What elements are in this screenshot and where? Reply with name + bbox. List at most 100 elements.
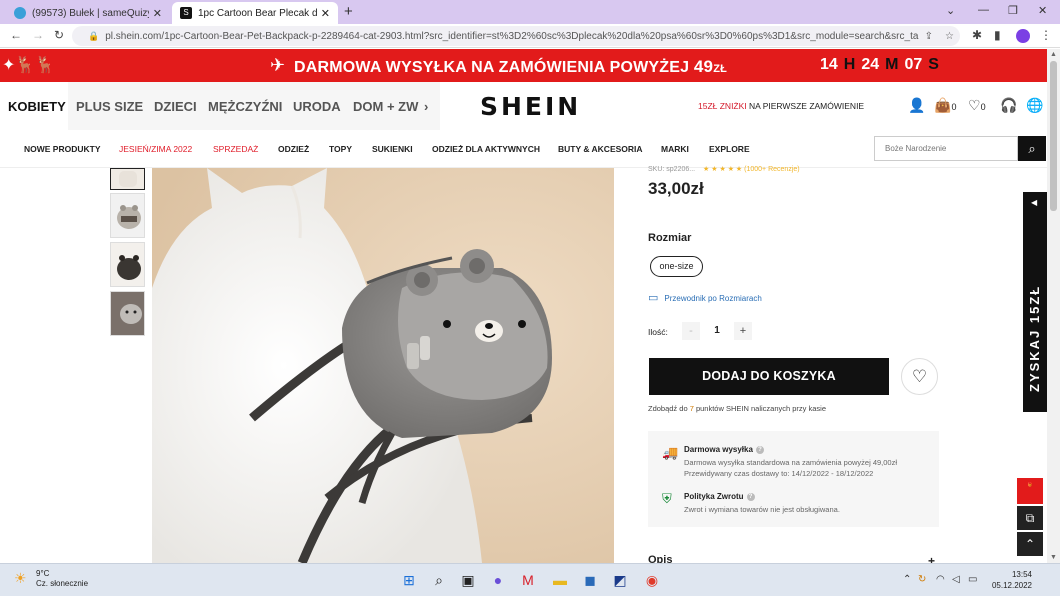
file-explorer-icon[interactable]: ▬: [550, 570, 570, 590]
promo-message: DARMOWA WYSYŁKA NA ZAMÓWIENIA POWYŻEJ 49…: [294, 57, 727, 77]
product-main-image[interactable]: [152, 168, 614, 563]
add-to-cart-button[interactable]: DODAJ DO KOSZYKA: [649, 358, 889, 395]
bag-icon[interactable]: 👜0: [934, 97, 956, 114]
subnav-dresses[interactable]: SUKIENKI: [372, 144, 413, 154]
search-icon[interactable]: ⌕: [429, 570, 449, 590]
side-coupon-tab[interactable]: ◀ ZYSKAJ 15ZŁ: [1023, 192, 1048, 412]
bookmark-star-icon[interactable]: ☆: [945, 31, 954, 42]
support-headset-icon[interactable]: 🎧: [1000, 97, 1017, 114]
weather-desc: Cz. słonecznie: [36, 579, 89, 588]
product-thumbnail[interactable]: [110, 168, 145, 190]
quantity-decrease-button[interactable]: -: [682, 322, 700, 340]
first-order-discount[interactable]: 15ZŁ ZNIŻKI NA PIERWSZE ZAMÓWIENIE: [698, 101, 864, 111]
forward-icon[interactable]: →: [32, 28, 44, 42]
page-scrollbar[interactable]: ▲ ▼: [1047, 49, 1060, 563]
category-kobiety[interactable]: KOBIETY: [8, 99, 66, 114]
subnav-activewear[interactable]: ODZIEŻ DLA AKTYWNYCH: [432, 144, 540, 154]
rating-stars[interactable]: ★ ★ ★ ★ ★: [703, 166, 742, 173]
tab-search-icon[interactable]: ⌄: [946, 4, 955, 17]
promo-currency: ZŁ: [713, 63, 728, 75]
tab-samequizy[interactable]: (99573) Bułek | sameQuizy ✕: [6, 2, 170, 24]
globe-icon[interactable]: 🌐: [1026, 97, 1043, 114]
reviews-link[interactable]: (1000+ Recenzje): [744, 166, 799, 173]
profile-avatar[interactable]: [1016, 29, 1030, 43]
mcafee-icon[interactable]: M: [518, 570, 538, 590]
search-input[interactable]: Boże Narodzenie: [874, 136, 1018, 161]
category-dom[interactable]: DOM + ZW: [353, 99, 418, 114]
reload-icon[interactable]: ↻: [54, 28, 64, 42]
side-promo-widget[interactable]: 🎁: [1017, 478, 1043, 504]
shield-check-icon: ⛨: [662, 491, 672, 506]
close-tab-icon[interactable]: ✕: [153, 7, 162, 20]
quantity-input[interactable]: 1: [702, 322, 732, 340]
system-clock[interactable]: 13:54 05.12.2022: [990, 569, 1032, 591]
product-thumbnail[interactable]: [110, 193, 145, 238]
task-view-icon[interactable]: ▣: [458, 570, 478, 590]
info-icon[interactable]: ?: [755, 445, 764, 454]
scroll-up-icon[interactable]: ▲: [1050, 51, 1057, 58]
chrome-icon[interactable]: ◉: [642, 570, 662, 590]
chat-icon[interactable]: ●: [488, 570, 508, 590]
sidepanel-icon[interactable]: ▮: [994, 28, 1001, 42]
shein-logo[interactable]: SHEIN: [480, 92, 581, 121]
subnav-clothing[interactable]: ODZIEŻ: [278, 144, 309, 154]
shipping-info-box: 🚚 Darmowa wysyłka? Darmowa wysyłka stand…: [648, 431, 939, 527]
back-icon[interactable]: ←: [10, 28, 22, 42]
promo-banner[interactable]: ✦🦌🦌 ✈ DARMOWA WYSYŁKA NA ZAMÓWIENIA POWY…: [0, 49, 1047, 82]
new-tab-button[interactable]: +: [344, 3, 353, 20]
rating-row: SKU: sp2206... ★ ★ ★ ★ ★ (1000+ Recenzje…: [648, 165, 800, 173]
tray-refresh-icon[interactable]: ↻: [918, 574, 926, 585]
minimize-icon[interactable]: —: [978, 4, 989, 16]
shipping-title[interactable]: Darmowa wysyłka?: [684, 445, 764, 454]
close-window-icon[interactable]: ✕: [1038, 4, 1047, 17]
product-thumbnail[interactable]: [110, 291, 145, 336]
menu-dots-icon[interactable]: ⋮: [1040, 28, 1052, 42]
size-guide-link[interactable]: ▭ Przewodnik po Rozmiarach: [648, 291, 762, 304]
url-field[interactable]: 🔒 pl.shein.com/1pc-Cartoon-Bear-Pet-Back…: [72, 26, 960, 46]
scroll-down-icon[interactable]: ▼: [1050, 554, 1057, 561]
quantity-increase-button[interactable]: +: [734, 322, 752, 340]
feedback-icon[interactable]: ⧉: [1017, 506, 1043, 530]
category-uroda[interactable]: URODA: [293, 99, 341, 114]
size-guide-text: Przewodnik po Rozmiarach: [664, 294, 762, 303]
chevron-right-icon[interactable]: ›: [424, 99, 428, 114]
back-to-top-icon[interactable]: ⌃: [1017, 532, 1043, 556]
product-thumbnail[interactable]: [110, 242, 145, 287]
thumbnail-image: [111, 292, 144, 335]
subnav-shoes-accessories[interactable]: BUTY & AKCESORIA: [558, 144, 643, 154]
shein-favicon-icon: S: [180, 7, 192, 19]
subnav-tops[interactable]: TOPY: [329, 144, 352, 154]
scrollbar-thumb[interactable]: [1050, 61, 1057, 211]
battery-icon[interactable]: ▭: [968, 574, 977, 585]
subnav-new-products[interactable]: NOWE PRODUKTY: [24, 144, 101, 154]
lock-icon[interactable]: 🔒: [88, 31, 99, 42]
tab-shein[interactable]: S 1pc Cartoon Bear Plecak dla zwierząt ✕: [172, 2, 338, 24]
close-tab-icon[interactable]: ✕: [321, 7, 330, 20]
extensions-icon[interactable]: ✱: [972, 28, 982, 42]
info-icon[interactable]: ?: [746, 492, 755, 501]
account-icon[interactable]: 👤: [908, 97, 925, 114]
windows-start-icon[interactable]: ⊞: [399, 570, 419, 590]
size-option-button[interactable]: one-size: [650, 256, 703, 277]
wishlist-heart-icon[interactable]: ♡: [901, 358, 938, 395]
search-icon[interactable]: ⌕: [1018, 136, 1046, 161]
maximize-icon[interactable]: ❐: [1008, 4, 1018, 17]
subnav-sale[interactable]: SPRZEDAŻ: [213, 144, 258, 154]
category-mezczyzni[interactable]: MĘŻCZYŹNI: [208, 99, 282, 114]
subnav-brands[interactable]: MARKI: [661, 144, 689, 154]
subnav-explore[interactable]: EXPLORE: [709, 144, 750, 154]
category-dzieci[interactable]: DZIECI: [154, 99, 197, 114]
points-info: Zdobądź do 7 punktów SHEIN naliczanych p…: [648, 404, 826, 413]
store-icon[interactable]: ◼: [580, 570, 600, 590]
app-icon[interactable]: ◩: [610, 570, 630, 590]
tray-chevron-icon[interactable]: ⌃: [903, 574, 911, 585]
subnav-autumn-winter[interactable]: JESIEŃ/ZIMA 2022: [119, 144, 192, 154]
wishlist-icon[interactable]: ♡0: [968, 97, 986, 114]
address-bar-row: ← → ↻ 🔒 pl.shein.com/1pc-Cartoon-Bear-Pe…: [0, 24, 1060, 48]
volume-icon[interactable]: ◁: [952, 574, 960, 585]
share-icon[interactable]: ⇪: [925, 31, 933, 42]
category-plus-size[interactable]: PLUS SIZE: [76, 99, 143, 114]
return-policy-title[interactable]: Polityka Zwrotu?: [684, 492, 755, 501]
wifi-icon[interactable]: ◠: [936, 574, 945, 585]
weather-widget[interactable]: ☀ 9°C Cz. słonecznie: [14, 569, 88, 589]
